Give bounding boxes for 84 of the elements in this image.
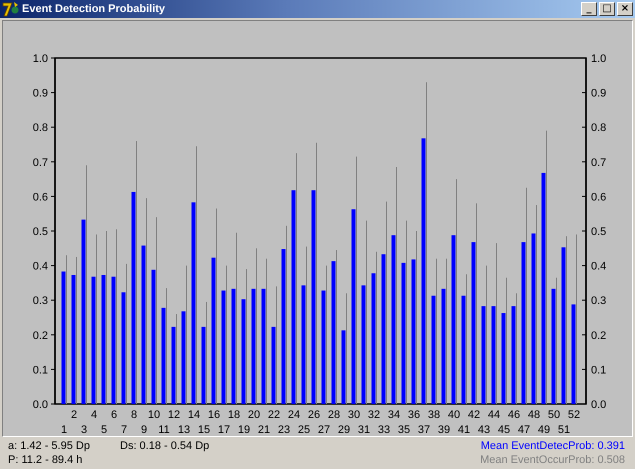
- axis-tick-label: 47: [518, 424, 530, 436]
- axis-tick-label: 8: [130, 409, 138, 421]
- axis-tick-label: 5: [100, 424, 108, 436]
- axis-tick-label: 0.5: [591, 226, 606, 238]
- axis-tick-label: 31: [358, 424, 370, 436]
- axis-tick-label: 35: [398, 424, 410, 436]
- axis-tick-label: 0.1: [32, 364, 48, 376]
- axis-tick-label: 44: [488, 409, 500, 421]
- axis-tick-label: 45: [498, 424, 510, 436]
- axis-tick-label: 1.0: [591, 53, 606, 65]
- axis-tick-label: 34: [388, 409, 400, 421]
- axis-tick-label: 0.4: [591, 260, 606, 273]
- axis-tick-label: 14: [188, 409, 200, 421]
- axis-tick-label: 27: [318, 424, 330, 436]
- axis-tick-label: 1.0: [32, 53, 48, 65]
- axis-tick-label: 33: [378, 424, 390, 436]
- axis-tick-label: 26: [308, 409, 320, 421]
- axis-tick-label: 17: [218, 424, 230, 436]
- axis-tick-label: 36: [408, 409, 420, 421]
- axis-tick-label: 10: [148, 409, 160, 421]
- axis-tick-label: 38: [428, 409, 440, 421]
- axis-tick-label: 32: [368, 409, 380, 421]
- axis-tick-label: 0.2: [591, 330, 606, 342]
- axis-tick-label: 0.6: [591, 191, 606, 204]
- axis-tick-label: 15: [198, 424, 210, 436]
- axis-tick-label: 12: [168, 409, 180, 421]
- axis-tick-label: 4: [90, 409, 98, 421]
- range-text: Ds: 0.18 - 0.54 Dp: [120, 439, 210, 453]
- axis-tick-label: 0.5: [32, 226, 48, 238]
- range-text: a: 1.42 - 5.95 Dp: [8, 439, 91, 453]
- axis-tick-label: 6: [110, 409, 118, 421]
- axis-tick-label: 13: [178, 424, 190, 436]
- maximize-button[interactable]: □: [599, 2, 615, 16]
- axis-tick-label: 42: [468, 409, 480, 421]
- range-text: P: 11.2 - 89.4 h: [8, 453, 84, 467]
- axis-tick-label: 19: [238, 424, 250, 436]
- axis-tick-label: 11: [158, 424, 170, 436]
- close-button[interactable]: ×: [617, 2, 633, 16]
- axis-tick-label: 20: [248, 409, 260, 421]
- axis-tick-label: 48: [528, 409, 540, 421]
- axis-tick-label: 0.9: [32, 88, 48, 100]
- axis-tick-label: 3: [80, 424, 88, 436]
- axis-tick-label: 51: [558, 424, 570, 436]
- axis-tick-label: 2: [70, 409, 78, 421]
- axis-tick-label: 0.3: [32, 295, 48, 308]
- axis-tick-label: 43: [478, 424, 490, 436]
- axis-tick-label: 0.0: [32, 399, 48, 411]
- axis-tick-label: 24: [288, 409, 300, 421]
- axis-tick-label: 0.2: [32, 330, 48, 342]
- axis-tick-label: 0.7: [591, 156, 606, 169]
- mean-text: Mean EventDetecProb: 0.391: [480, 439, 625, 453]
- axis-tick-label: 0.1: [591, 364, 606, 376]
- axis-tick-label: 0.3: [591, 295, 606, 308]
- axis-tick-label: 39: [438, 424, 450, 436]
- axis-tick-label: 0.8: [591, 122, 606, 134]
- axis-tick-label: 28: [328, 409, 340, 421]
- axis-tick-label: 46: [508, 409, 520, 421]
- axis-tick-label: 49: [538, 424, 550, 436]
- axis-tick-label: 0.9: [591, 88, 606, 100]
- axis-tick-label: 18: [228, 409, 240, 421]
- app-icon: [2, 1, 20, 17]
- mean-text: Mean EventOccurProb: 0.508: [480, 453, 625, 467]
- axis-tick-label: 37: [418, 424, 430, 436]
- axis-tick-label: 41: [458, 424, 470, 436]
- axis-tick-label: 0.0: [591, 399, 606, 411]
- axis-tick-label: 22: [268, 409, 280, 421]
- axis-tick-label: 1: [60, 424, 68, 436]
- axis-tick-label: 29: [338, 424, 350, 436]
- axis-tick-label: 25: [298, 424, 310, 436]
- axis-tick-label: 52: [568, 409, 580, 421]
- axis-tick-label: 9: [140, 424, 148, 436]
- axis-tick-label: 7: [120, 424, 128, 436]
- axis-tick-label: 23: [278, 424, 290, 436]
- axis-tick-label: 30: [348, 409, 360, 421]
- axis-tick-label: 0.6: [32, 191, 48, 204]
- axis-tick-label: 50: [548, 409, 560, 421]
- minimize-button[interactable]: _: [581, 2, 597, 16]
- axis-tick-label: 16: [208, 409, 220, 421]
- axis-tick-label: 40: [448, 409, 460, 421]
- window-title: Event Detection Probability: [22, 3, 166, 15]
- axis-tick-label: 21: [258, 424, 270, 436]
- axis-tick-label: 0.7: [32, 156, 48, 169]
- axis-tick-label: 0.4: [32, 260, 48, 273]
- axis-tick-label: 0.8: [32, 122, 48, 134]
